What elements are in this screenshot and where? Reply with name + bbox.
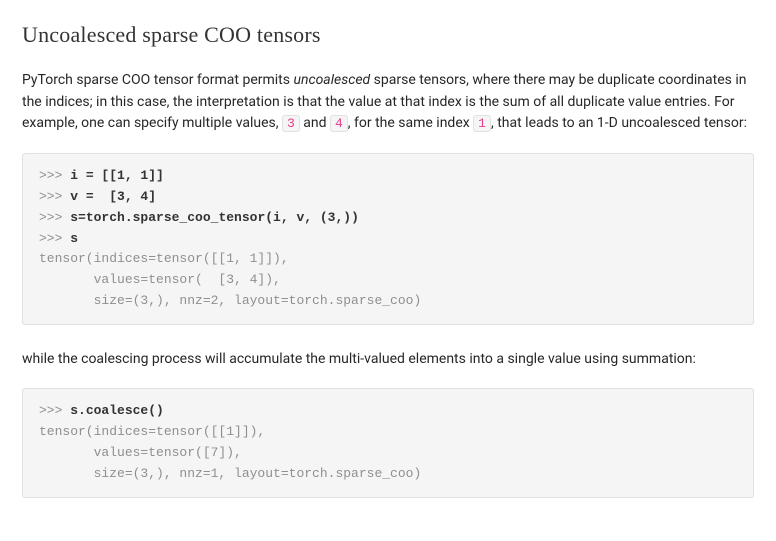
code-pre: >>> i = [[1, 1]] >>> v = [3, 4] >>> s=to… [39, 166, 737, 312]
text-segment: , for the same index [348, 115, 473, 131]
intro-paragraph: PyTorch sparse COO tensor format permits… [22, 70, 754, 135]
inline-code: 1 [473, 115, 491, 132]
repl-output: values=tensor( [3, 4]), [39, 272, 281, 287]
text-segment: , that leads to an 1-D uncoalesced tenso… [491, 115, 747, 131]
repl-output: tensor(indices=tensor([[1, 1]]), [39, 251, 289, 266]
code-pre: >>> s.coalesce() tensor(indices=tensor([… [39, 401, 737, 484]
inline-code: 3 [282, 115, 300, 132]
repl-input: v = [3, 4] [70, 189, 156, 204]
repl-input: s [70, 231, 78, 246]
repl-prompt: >>> [39, 210, 70, 225]
repl-output: values=tensor([7]), [39, 445, 242, 460]
repl-input: s.coalesce() [70, 403, 164, 418]
repl-output: size=(3,), nnz=2, layout=torch.sparse_co… [39, 293, 421, 308]
text-segment: PyTorch sparse COO tensor format permits [22, 72, 293, 88]
repl-prompt: >>> [39, 168, 70, 183]
code-example-2: >>> s.coalesce() tensor(indices=tensor([… [22, 388, 754, 497]
emphasized-text: uncoalesced [293, 72, 370, 88]
section-heading: Uncoalesced sparse COO tensors [22, 18, 754, 52]
repl-output: size=(3,), nnz=1, layout=torch.sparse_co… [39, 466, 421, 481]
continuation-paragraph: while the coalescing process will accumu… [22, 349, 754, 371]
repl-prompt: >>> [39, 189, 70, 204]
code-example-1: >>> i = [[1, 1]] >>> v = [3, 4] >>> s=to… [22, 153, 754, 325]
repl-prompt: >>> [39, 231, 70, 246]
inline-code: 4 [330, 115, 348, 132]
text-segment: and [300, 115, 330, 131]
repl-prompt: >>> [39, 403, 70, 418]
repl-output: tensor(indices=tensor([[1]]), [39, 424, 265, 439]
repl-input: s=torch.sparse_coo_tensor(i, v, (3,)) [70, 210, 359, 225]
repl-input: i = [[1, 1]] [70, 168, 164, 183]
